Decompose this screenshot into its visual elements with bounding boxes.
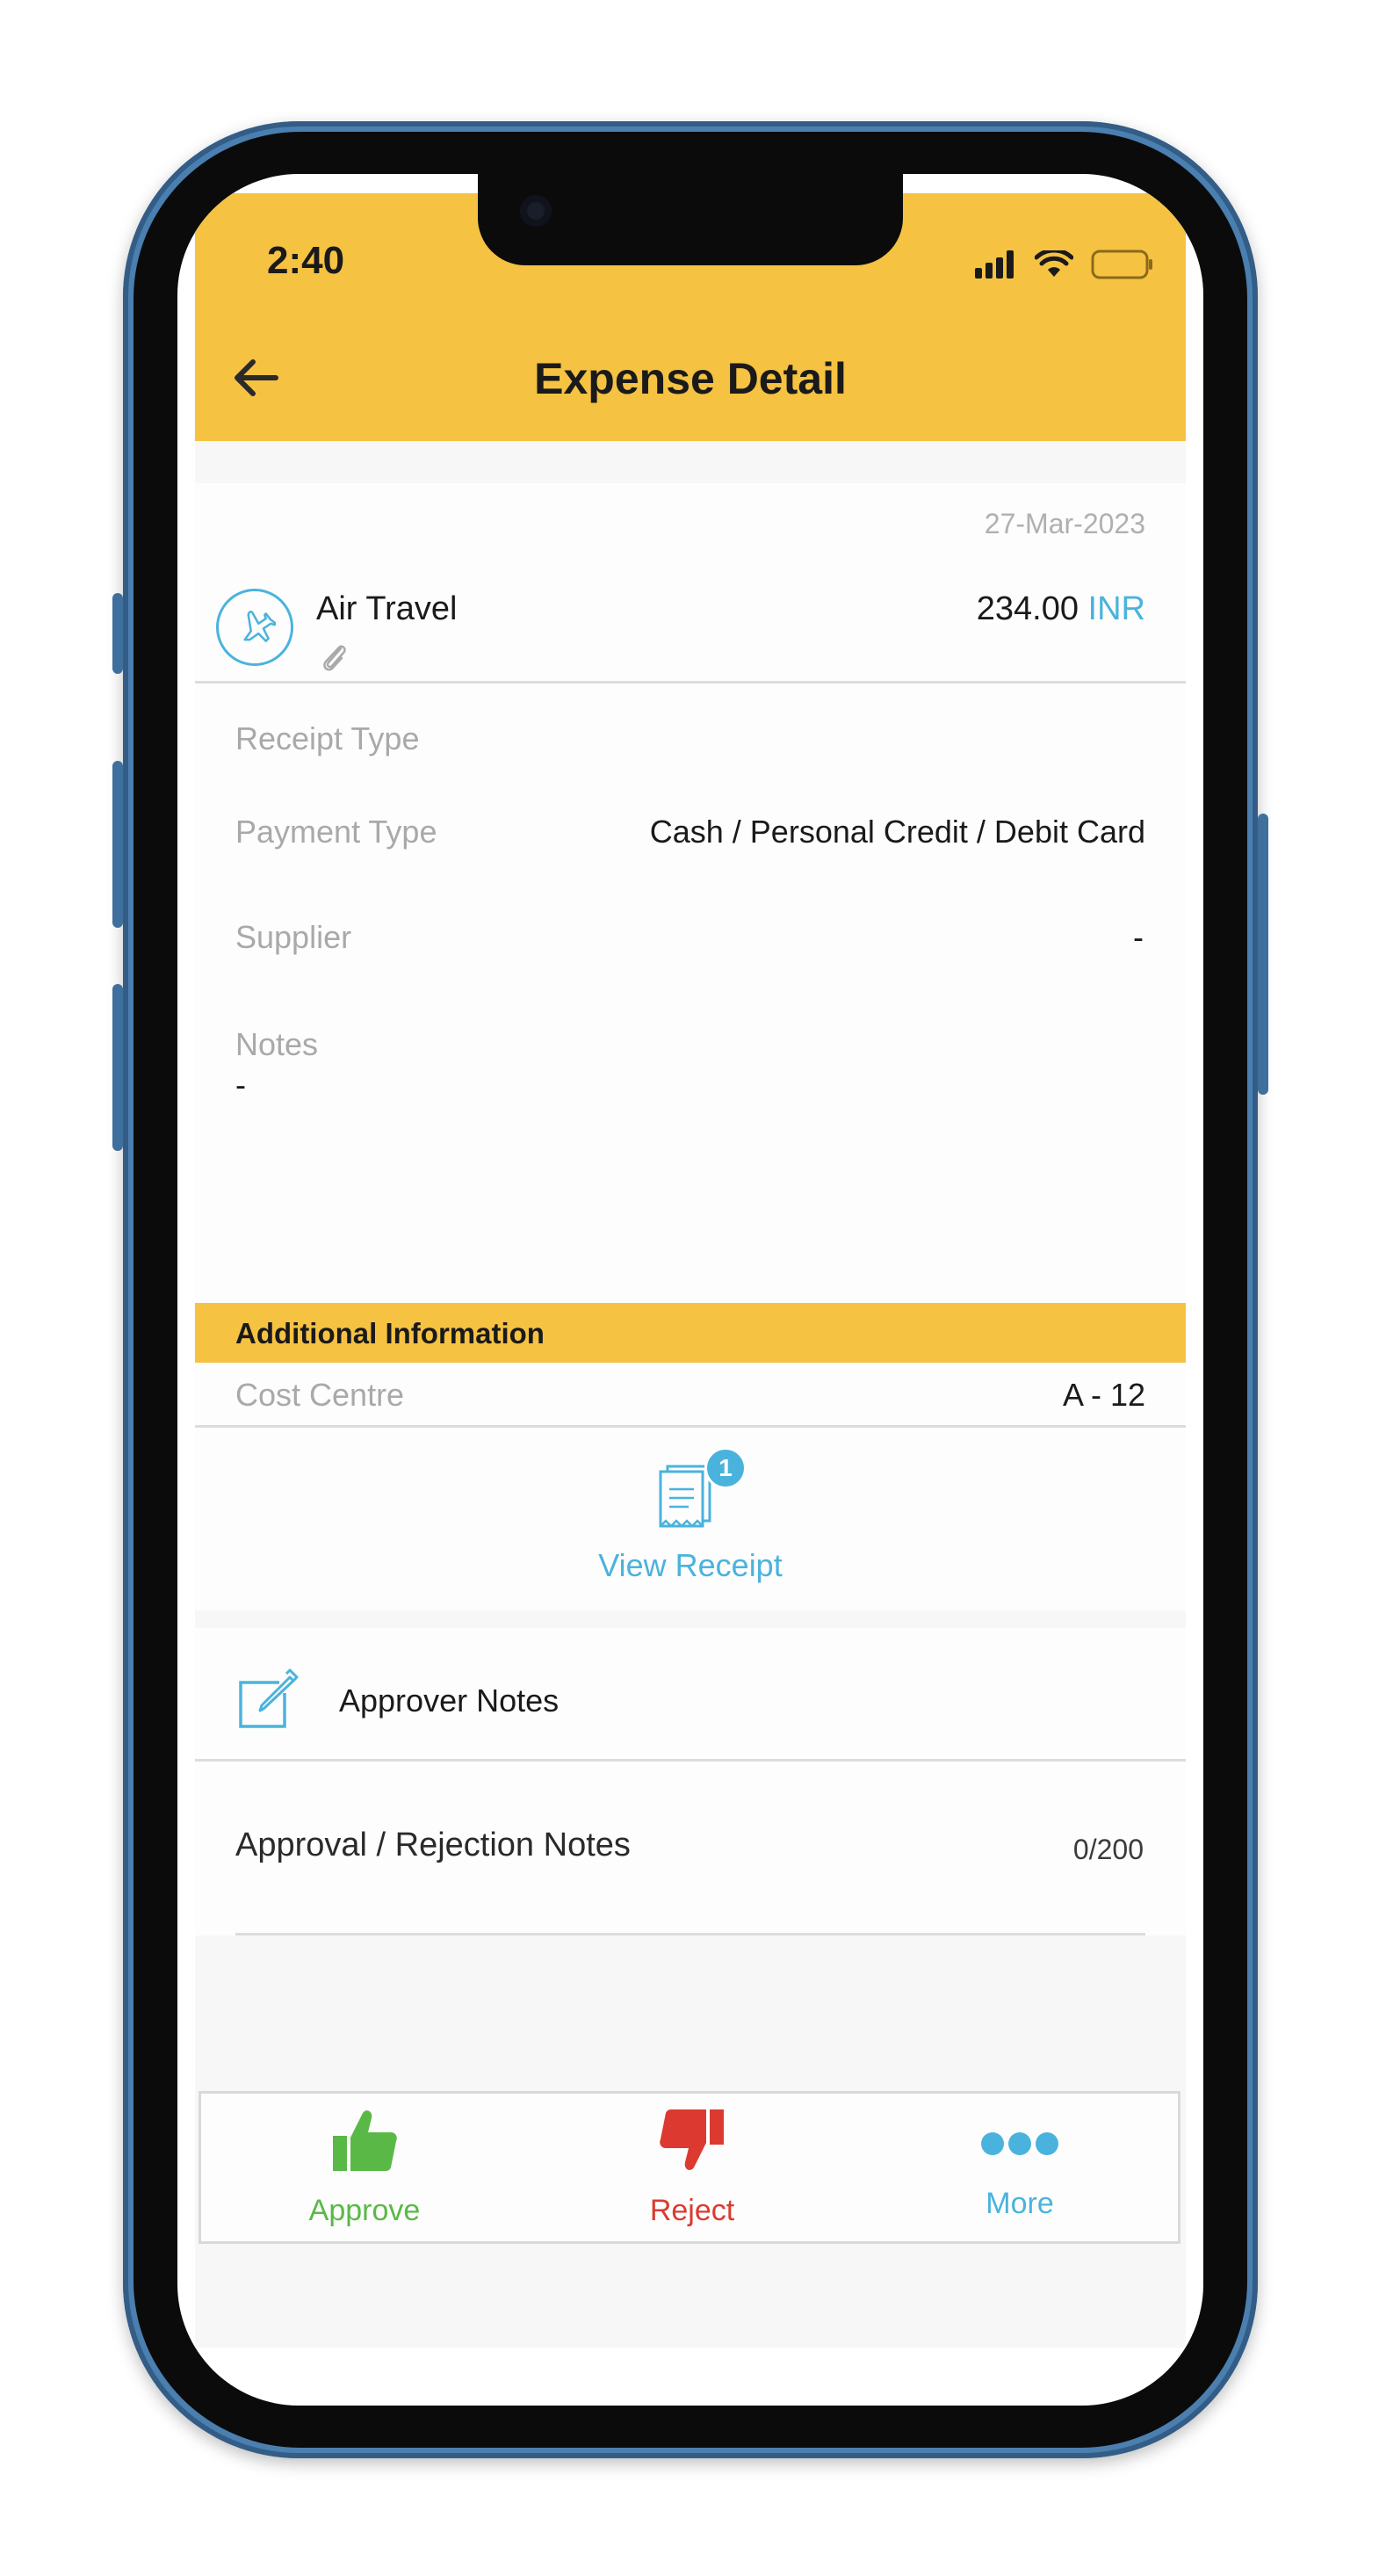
cost-centre-row: Cost Centre A - 12 bbox=[195, 1363, 1186, 1428]
view-receipt-section: 1 View Receipt bbox=[195, 1428, 1186, 1610]
reject-button[interactable]: Reject bbox=[529, 2094, 856, 2241]
front-camera bbox=[520, 195, 552, 227]
status-icons bbox=[975, 250, 1154, 279]
airplane-icon bbox=[243, 611, 276, 642]
approval-notes-field[interactable]: Approval / Rejection Notes 0/200 bbox=[195, 1762, 1186, 1936]
supplier-label: Supplier bbox=[235, 919, 352, 955]
receipt-count: 1 bbox=[718, 1454, 733, 1481]
cost-centre-label: Cost Centre bbox=[235, 1377, 405, 1413]
approve-button[interactable]: Approve bbox=[201, 2094, 528, 2241]
additional-info-title: Additional Information bbox=[235, 1317, 545, 1350]
reject-label: Reject bbox=[649, 2194, 735, 2227]
more-button[interactable]: More bbox=[856, 2094, 1183, 2241]
page-title: Expense Detail bbox=[534, 354, 847, 403]
expense-details: Receipt Type Payment Type Cash / Persona… bbox=[195, 684, 1186, 1303]
expense-category: Air Travel bbox=[316, 590, 458, 627]
phone-power-button bbox=[1258, 814, 1268, 1095]
expense-amount-row: 234.00 INR bbox=[977, 590, 1145, 628]
battery-icon bbox=[1091, 250, 1152, 279]
category-icon-circle bbox=[216, 589, 293, 666]
payment-type-label: Payment Type bbox=[235, 814, 437, 850]
approver-notes-row[interactable]: Approver Notes bbox=[195, 1628, 1186, 1762]
additional-info-header: Additional Information bbox=[195, 1303, 1186, 1363]
expense-amount: 234.00 bbox=[976, 590, 1079, 627]
status-time: 2:40 bbox=[267, 239, 345, 282]
wifi-icon bbox=[1035, 250, 1073, 277]
payment-type-value: Cash / Personal Credit / Debit Card bbox=[649, 814, 1145, 850]
thumbs-down-icon bbox=[660, 2109, 724, 2170]
approval-notes-input-label: Approval / Rejection Notes bbox=[235, 1827, 631, 1863]
attachment-icon bbox=[323, 645, 346, 671]
edit-note-icon bbox=[239, 1668, 299, 1728]
more-dots-icon bbox=[981, 2132, 1058, 2155]
phone-side-button bbox=[112, 593, 123, 674]
supplier-value: - bbox=[1133, 919, 1144, 955]
cost-centre-value: A - 12 bbox=[1062, 1377, 1145, 1413]
phone-volume-up bbox=[112, 761, 123, 928]
notch bbox=[478, 174, 903, 265]
notes-value: - bbox=[235, 1067, 246, 1103]
more-label: More bbox=[986, 2187, 1054, 2220]
receipt-type-label: Receipt Type bbox=[235, 720, 420, 756]
expense-currency: INR bbox=[1087, 590, 1145, 627]
action-bar: Approve Reject More bbox=[199, 2091, 1180, 2244]
expense-summary-card[interactable]: 27-Mar-2023 Air Travel 234.00 INR bbox=[195, 483, 1186, 684]
approver-notes-label: Approver Notes bbox=[339, 1682, 560, 1719]
expense-date: 27-Mar-2023 bbox=[984, 508, 1145, 539]
view-receipt-button[interactable]: 1 View Receipt bbox=[559, 1447, 822, 1603]
view-receipt-label: View Receipt bbox=[598, 1547, 783, 1583]
signal-icon bbox=[975, 250, 1014, 279]
notes-label: Notes bbox=[235, 1026, 319, 1062]
phone-volume-down bbox=[112, 984, 123, 1151]
thumbs-up-icon bbox=[333, 2110, 397, 2171]
approve-label: Approve bbox=[308, 2194, 421, 2227]
receipt-count-badge: 1 bbox=[704, 1447, 747, 1489]
phone-screen: 2:40 Expense Detail 27-Mar-2023 Air Trav… bbox=[177, 174, 1203, 2406]
approval-notes-counter: 0/200 bbox=[1072, 1834, 1144, 1865]
approval-notes-underline bbox=[235, 1933, 1145, 1936]
app-view: 2:40 Expense Detail 27-Mar-2023 Air Trav… bbox=[195, 193, 1186, 2348]
